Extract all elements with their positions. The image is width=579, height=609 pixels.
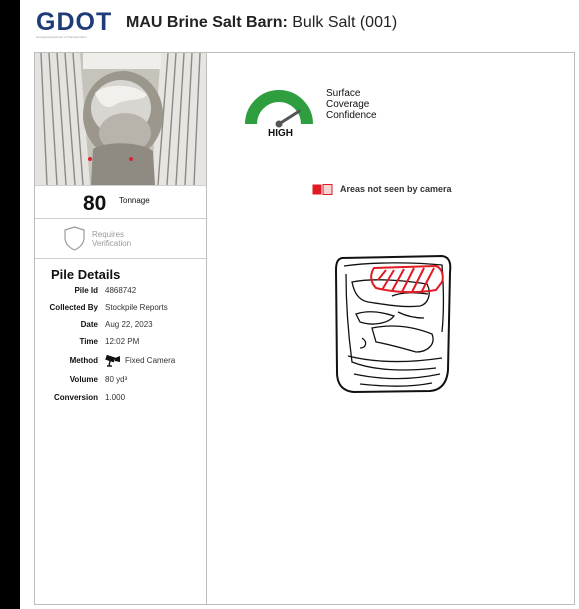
report-title: MAU Brine Salt Barn: Bulk Salt (001) [126, 14, 397, 32]
verification-text: Requires Verification [92, 230, 162, 248]
detail-label: Method [69, 356, 98, 365]
verification-text-line2: Verification [92, 239, 132, 248]
detail-row-date: Date Aug 22, 2023 [35, 318, 206, 332]
gauge-needle [277, 109, 301, 126]
detail-value: 4868742 [105, 286, 137, 295]
coverage-label-line2: Coverage [326, 99, 370, 110]
coverage-gauge [245, 90, 313, 128]
shield-icon [64, 226, 85, 251]
gauge-hub [275, 120, 283, 128]
report-panel: 80 Tonnage Requires Verification Pile De… [34, 52, 575, 605]
detail-label: Collected By [49, 303, 98, 312]
report-title-location: MAU Brine Salt Barn: [126, 14, 288, 31]
security-camera-icon [105, 354, 120, 367]
tonnage-label: Tonnage [119, 196, 150, 205]
report-title-material: Bulk Salt (001) [292, 14, 398, 31]
detail-label: Volume [69, 375, 98, 384]
report-header: GDOT Georgia Department of Transportatio… [20, 0, 579, 46]
logo-text: GDOT [36, 8, 113, 36]
detail-label: Time [79, 337, 98, 346]
coverage-label-line3: Confidence [326, 110, 377, 121]
gdot-logo: GDOT Georgia Department of Transportatio… [36, 9, 120, 41]
detail-value: 80 yd³ [105, 375, 128, 384]
left-column: 80 Tonnage Requires Verification Pile De… [35, 53, 207, 604]
legend-swatch [312, 184, 333, 195]
pile-details-title: Pile Details [51, 267, 121, 282]
detail-row-conversion: Conversion 1.000 [35, 391, 206, 405]
legend-text: Areas not seen by camera [340, 184, 452, 194]
verification-status: Requires Verification [35, 219, 206, 259]
detail-row-collected-by: Collected By Stockpile Reports [35, 301, 206, 315]
detail-label: Date [80, 320, 98, 329]
detail-row-time: Time 12:02 PM [35, 335, 206, 349]
detail-value: Stockpile Reports [105, 303, 168, 312]
pile-surface-map [334, 254, 452, 394]
tonnage-summary: 80 Tonnage [35, 185, 206, 219]
coverage-label: Surface Coverage Confidence [326, 88, 416, 121]
report-sheet: GDOT Georgia Department of Transportatio… [20, 0, 579, 609]
detail-value: 1.000 [105, 393, 126, 402]
detail-value: Aug 22, 2023 [105, 320, 153, 329]
detail-label: Conversion [53, 393, 98, 402]
detail-value: Fixed Camera [105, 354, 175, 368]
detail-value: 12:02 PM [105, 337, 140, 346]
detail-row-method: Method Fixed Camera [35, 354, 206, 368]
method-value: Fixed Camera [125, 356, 176, 365]
detail-row-pile-id: Pile Id 4868742 [35, 284, 206, 298]
detail-label: Pile Id [74, 286, 98, 295]
stockpile-photo[interactable] [35, 53, 206, 185]
coverage-level: HIGH [268, 128, 293, 139]
tonnage-value: 80 [83, 192, 107, 215]
coverage-label-line1: Surface [326, 88, 361, 99]
verification-text-line1: Requires [92, 230, 125, 239]
detail-row-volume: Volume 80 yd³ [35, 373, 206, 387]
